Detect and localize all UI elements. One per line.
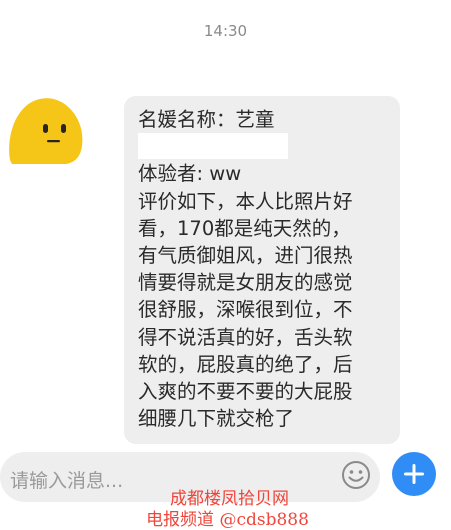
message-line: 入爽的不要不要的大屁股 [138, 379, 353, 403]
message-line: 得不说活真的好，舌头软 [138, 325, 353, 349]
message-line: 评价如下，本人比照片好 [138, 189, 353, 213]
message-line: 软的，屁股真的绝了，后 [138, 352, 353, 376]
avatar-left-eye [43, 124, 48, 133]
message-line: 情要得就是女朋友的感觉 [138, 271, 353, 295]
message-text: 名媛名称：艺童 体验者: ww 评价如下，本人比照片好 看，170都是纯天然的，… [138, 106, 400, 432]
redacted-line [138, 133, 400, 160]
watermark-line-2: 电报频道 @cdsb888 [146, 510, 309, 530]
message-line: 有气质御姐风，进门很热 [138, 243, 353, 267]
redaction-block [138, 133, 288, 160]
message-line: 细腰几下就交枪了 [138, 407, 295, 431]
avatar-right-eye [61, 124, 66, 133]
message-line: 体验者: ww [138, 162, 242, 186]
message-timestamp: 14:30 [203, 22, 248, 40]
message-line: 看，170都是纯天然的， [138, 216, 351, 240]
message-line: 很舒服，深喉很到位，不 [138, 298, 353, 322]
avatar[interactable] [6, 96, 88, 166]
avatar-mouth [47, 140, 60, 143]
message-line: 名媛名称：艺童 [138, 108, 275, 131]
